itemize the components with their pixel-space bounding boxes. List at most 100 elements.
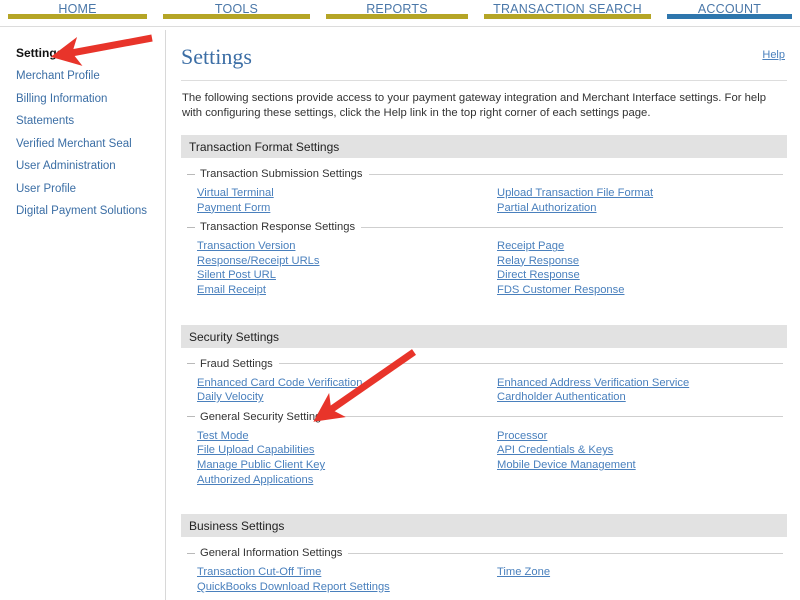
section-header-transaction-format-settings: Transaction Format Settings [181, 135, 787, 159]
link-column-left: Transaction Version Response/Receipt URLs… [197, 239, 320, 297]
group-legend-label: Fraud Settings [200, 357, 273, 370]
legend-rule [361, 226, 783, 228]
settings-link-fds-customer-response[interactable]: FDS Customer Response [497, 283, 624, 298]
legend-rule [332, 416, 783, 418]
settings-sections: Transaction Format Settings Transaction S… [181, 135, 787, 600]
link-column-right: Enhanced Address Verification Service Car… [497, 376, 689, 405]
help-link[interactable]: Help [762, 49, 785, 61]
section-security-settings: Security Settings Fraud Settings Enhanced … [181, 324, 787, 502]
settings-link-cardholder-authentication[interactable]: Cardholder Authentication [497, 390, 689, 405]
group-legend-label: General Security Settings [200, 410, 327, 423]
nav-tab-transaction-search[interactable]: TRANSACTION SEARCH [476, 0, 659, 26]
nav-tab-account-underline [667, 14, 792, 19]
section-header-business-settings: Business Settings [181, 514, 787, 539]
group-legend-fraud-settings: Fraud Settings [181, 356, 787, 372]
page-header-divider [181, 80, 787, 81]
page-title: Settings [181, 44, 252, 69]
legend-dash-icon [187, 416, 195, 418]
settings-link-upload-transaction-file-format[interactable]: Upload Transaction File Format [497, 186, 653, 201]
group-general-information-settings: General Information Settings Transaction … [181, 545, 787, 598]
section-body-business-settings: General Information Settings Transaction … [181, 538, 787, 600]
settings-link-virtual-terminal[interactable]: Virtual Terminal [197, 186, 274, 201]
link-column-right: Time Zone [497, 565, 550, 580]
nav-tab-account[interactable]: ACCOUNT [659, 0, 800, 26]
sidebar-item-statements[interactable]: Statements [16, 114, 165, 128]
link-column-right: Receipt Page Relay Response Direct Respons… [497, 239, 624, 297]
link-column-left: Test Mode File Upload Capabilities Manage … [197, 429, 325, 487]
settings-link-mobile-device-management[interactable]: Mobile Device Management [497, 458, 636, 473]
sidebar-item-user-administration[interactable]: User Administration [16, 159, 165, 173]
settings-link-transaction-version[interactable]: Transaction Version [197, 239, 320, 254]
settings-link-daily-velocity[interactable]: Daily Velocity [197, 390, 362, 405]
group-legend-general-security-settings: General Security Settings [181, 409, 787, 425]
link-column-right: Processor API Credentials & Keys Mobile De… [497, 429, 636, 473]
settings-link-file-upload-capabilities[interactable]: File Upload Capabilities [197, 443, 325, 458]
legend-dash-icon [187, 173, 195, 175]
settings-link-response-receipt-urls[interactable]: Response/Receipt URLs [197, 254, 320, 269]
nav-tab-reports-underline [326, 14, 468, 19]
main-content: Settings Help The following sections pro… [167, 30, 800, 600]
group-transaction-response-settings: Transaction Response Settings Transaction… [181, 219, 787, 301]
link-column-left: Virtual Terminal Payment Form [197, 186, 274, 215]
link-column-left: Transaction Cut-Off Time QuickBooks Downl… [197, 565, 390, 594]
legend-dash-icon [187, 363, 195, 365]
sidebar-heading-settings: Settings [16, 46, 64, 60]
group-legend-transaction-response-settings: Transaction Response Settings [181, 219, 787, 235]
link-columns: Virtual Terminal Payment Form Upload Trans… [181, 184, 787, 219]
nav-tab-tools[interactable]: TOOLS [155, 0, 318, 26]
sidebar-item-digital-payment-solutions[interactable]: Digital Payment Solutions [16, 204, 165, 218]
page-root: HOME TOOLS REPORTS TRANSACTION SEARCH AC… [0, 0, 800, 600]
settings-link-enhanced-card-code-verification[interactable]: Enhanced Card Code Verification [197, 376, 362, 391]
sidebar: Settings Merchant Profile Billing Inform… [0, 30, 166, 600]
settings-link-silent-post-url[interactable]: Silent Post URL [197, 268, 320, 283]
intro-paragraph: The following sections provide access to… [182, 92, 766, 119]
link-columns: Transaction Cut-Off Time QuickBooks Downl… [181, 563, 787, 598]
legend-rule [368, 173, 783, 175]
top-navigation-divider [0, 26, 800, 27]
settings-link-authorized-applications[interactable]: Authorized Applications [197, 473, 325, 488]
section-body-security-settings: Fraud Settings Enhanced Card Code Verific… [181, 349, 787, 502]
legend-dash-icon [187, 226, 195, 228]
settings-link-email-receipt[interactable]: Email Receipt [197, 283, 320, 298]
settings-link-api-credentials-keys[interactable]: API Credentials & Keys [497, 443, 636, 458]
settings-link-processor[interactable]: Processor [497, 429, 636, 444]
link-columns: Enhanced Card Code Verification Daily Vel… [181, 374, 787, 409]
settings-link-transaction-cut-off-time[interactable]: Transaction Cut-Off Time [197, 565, 390, 580]
group-general-security-settings: General Security Settings Test Mode File U… [181, 409, 787, 491]
section-body-transaction-format-settings: Transaction Submission Settings Virtual T… [181, 159, 787, 312]
nav-tab-transaction-search-underline [484, 14, 651, 19]
settings-link-payment-form[interactable]: Payment Form [197, 201, 274, 216]
settings-link-quickbooks-download-report-settings[interactable]: QuickBooks Download Report Settings [197, 580, 390, 595]
top-navigation-bar: HOME TOOLS REPORTS TRANSACTION SEARCH AC… [0, 0, 800, 26]
settings-link-partial-authorization[interactable]: Partial Authorization [497, 201, 653, 216]
group-transaction-submission-settings: Transaction Submission Settings Virtual T… [181, 166, 787, 219]
sidebar-item-user-profile[interactable]: User Profile [16, 182, 165, 196]
link-columns: Transaction Version Response/Receipt URLs… [181, 237, 787, 301]
settings-link-enhanced-address-verification-service[interactable]: Enhanced Address Verification Service [497, 376, 689, 391]
group-legend-label: Transaction Response Settings [200, 221, 356, 234]
section-transaction-format-settings: Transaction Format Settings Transaction S… [181, 135, 787, 312]
settings-link-time-zone[interactable]: Time Zone [497, 565, 550, 580]
legend-dash-icon [187, 552, 195, 554]
settings-link-manage-public-client-key[interactable]: Manage Public Client Key [197, 458, 325, 473]
sidebar-item-merchant-profile[interactable]: Merchant Profile [16, 69, 165, 83]
link-column-left: Enhanced Card Code Verification Daily Vel… [197, 376, 362, 405]
legend-rule [278, 363, 783, 365]
settings-link-direct-response[interactable]: Direct Response [497, 268, 624, 283]
page-header: Settings Help [181, 44, 787, 78]
settings-link-receipt-page[interactable]: Receipt Page [497, 239, 624, 254]
link-columns: Test Mode File Upload Capabilities Manage … [181, 427, 787, 491]
settings-link-relay-response[interactable]: Relay Response [497, 254, 624, 269]
nav-tab-home[interactable]: HOME [0, 0, 155, 26]
section-business-settings: Business Settings General Information Set… [181, 514, 787, 600]
section-header-security-settings: Security Settings [181, 324, 787, 349]
link-column-right: Upload Transaction File Format Partial Au… [497, 186, 653, 215]
nav-tab-reports[interactable]: REPORTS [318, 0, 476, 26]
settings-link-test-mode[interactable]: Test Mode [197, 429, 325, 444]
sidebar-item-verified-merchant-seal[interactable]: Verified Merchant Seal [16, 137, 165, 151]
sidebar-item-billing-information[interactable]: Billing Information [16, 92, 165, 106]
nav-tab-tools-underline [163, 14, 310, 19]
nav-tab-home-underline [8, 14, 147, 19]
group-legend-transaction-submission-settings: Transaction Submission Settings [181, 166, 787, 182]
